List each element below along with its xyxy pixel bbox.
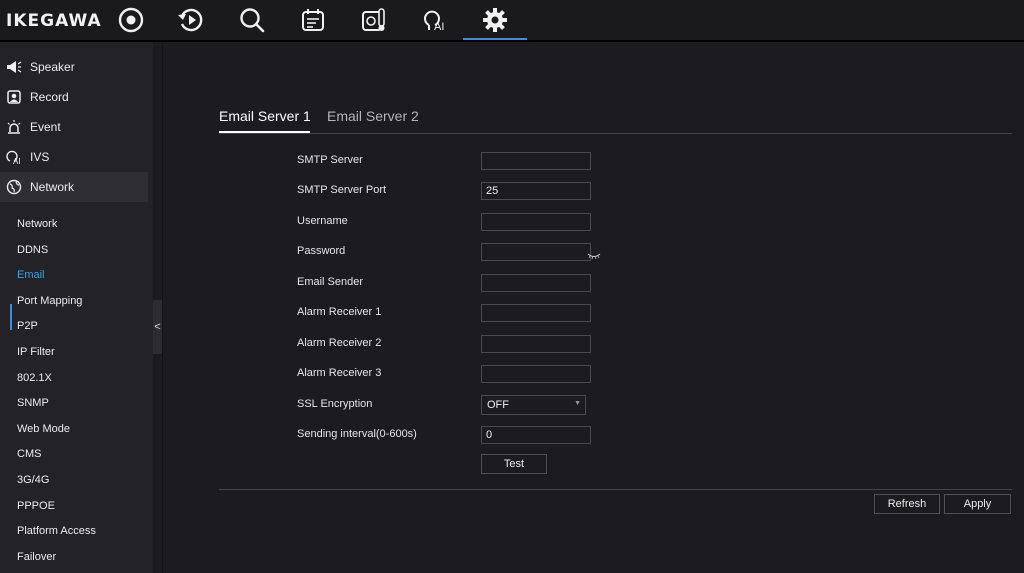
- top-navigation-bar: IKEGAWA AI: [0, 0, 1024, 42]
- tab-email-server-1[interactable]: Email Server 1: [219, 108, 311, 124]
- sidebar-item-network[interactable]: Network: [0, 172, 148, 202]
- alarm-receiver-2-label: Alarm Receiver 2: [297, 337, 382, 349]
- smtp-server-input[interactable]: [481, 152, 591, 170]
- brand-logo: IKEGAWA: [6, 11, 102, 31]
- sidebar-subitem-pppoe[interactable]: PPPOE: [17, 498, 55, 514]
- sidebar-item-label: Event: [30, 120, 61, 134]
- ssl-encryption-label: SSL Encryption: [297, 398, 373, 410]
- email-sender-input[interactable]: [481, 274, 591, 292]
- sidebar-item-label: Speaker: [30, 60, 75, 74]
- playback-icon[interactable]: [171, 4, 211, 36]
- smtp-port-label: SMTP Server Port: [297, 184, 387, 196]
- apply-button[interactable]: Apply: [944, 494, 1011, 514]
- sidebar-subitem-ip-filter[interactable]: IP Filter: [17, 344, 55, 360]
- sidebar-subitem-failover[interactable]: Failover: [17, 549, 56, 565]
- alarm-receiver-3-label: Alarm Receiver 3: [297, 367, 382, 379]
- event-icon: [6, 119, 22, 135]
- sidebar-item-speaker[interactable]: Speaker: [0, 52, 148, 82]
- ai-icon-text: AI: [434, 21, 444, 33]
- sidebar-subitem-8021x[interactable]: 802.1X: [17, 370, 52, 386]
- sidebar-item-label: Network: [30, 180, 75, 194]
- active-indicator: [10, 304, 12, 330]
- sidebar-subitem-network[interactable]: Network: [17, 216, 57, 232]
- sidebar-item-label: IVS: [30, 150, 50, 164]
- sending-interval-label: Sending interval(0-600s): [297, 428, 417, 440]
- ai-icon[interactable]: AI: [414, 4, 454, 36]
- ssl-encryption-select[interactable]: OFF ▼: [481, 395, 586, 415]
- sidebar-item-ivs[interactable]: AI IVS: [0, 142, 148, 172]
- search-icon[interactable]: [232, 4, 272, 36]
- tab-divider: [219, 133, 1012, 134]
- thermal-icon[interactable]: [354, 4, 394, 36]
- speaker-icon: [6, 59, 22, 75]
- sidebar-item-event[interactable]: Event: [0, 112, 148, 142]
- sidebar-subitem-web-mode[interactable]: Web Mode: [17, 421, 70, 437]
- test-button[interactable]: Test: [481, 454, 547, 474]
- sidebar-subitem-port-mapping[interactable]: Port Mapping: [17, 293, 82, 309]
- footer-divider: [219, 489, 1012, 490]
- live-view-icon[interactable]: [111, 4, 151, 36]
- sidebar-subitem-p2p[interactable]: P2P: [17, 318, 38, 334]
- chevron-down-icon: ▼: [574, 400, 581, 407]
- record-icon: [6, 89, 22, 105]
- sidebar-divider: [162, 42, 163, 573]
- alarm-receiver-1-input[interactable]: [481, 304, 591, 322]
- sidebar-item-record[interactable]: Record: [0, 82, 148, 112]
- sidebar-subitem-snmp[interactable]: SNMP: [17, 395, 49, 411]
- tab-email-server-2[interactable]: Email Server 2: [327, 108, 419, 124]
- ivs-icon: AI: [6, 149, 22, 165]
- refresh-button[interactable]: Refresh: [874, 494, 940, 514]
- smtp-server-label: SMTP Server: [297, 154, 363, 166]
- sidebar-item-label: Record: [30, 90, 69, 104]
- sidebar: Speaker Record Event AI IVS Network Netw…: [0, 42, 153, 573]
- smtp-port-input[interactable]: [481, 182, 591, 200]
- gear-icon[interactable]: [463, 4, 527, 40]
- show-password-icon[interactable]: [587, 248, 601, 260]
- sidebar-collapse-button[interactable]: <: [153, 300, 162, 354]
- email-sender-label: Email Sender: [297, 276, 364, 288]
- username-label: Username: [297, 215, 348, 227]
- alarm-receiver-3-input[interactable]: [481, 365, 591, 383]
- alarm-receiver-2-input[interactable]: [481, 335, 591, 353]
- sidebar-subitem-email[interactable]: Email: [17, 267, 45, 283]
- sidebar-subitem-3g4g[interactable]: 3G/4G: [17, 472, 49, 488]
- calendar-icon[interactable]: [293, 4, 333, 36]
- sidebar-subitem-platform-access[interactable]: Platform Access: [17, 523, 96, 539]
- password-input[interactable]: [481, 243, 591, 261]
- password-label: Password: [297, 245, 346, 257]
- globe-icon: [6, 179, 22, 195]
- alarm-receiver-1-label: Alarm Receiver 1: [297, 306, 382, 318]
- sending-interval-input[interactable]: [481, 426, 591, 444]
- sidebar-subitem-cms[interactable]: CMS: [17, 446, 41, 462]
- username-input[interactable]: [481, 213, 591, 231]
- ivs-icon-text: AI: [13, 157, 21, 165]
- ssl-encryption-value: OFF: [487, 399, 509, 411]
- sidebar-subitem-ddns[interactable]: DDNS: [17, 242, 48, 258]
